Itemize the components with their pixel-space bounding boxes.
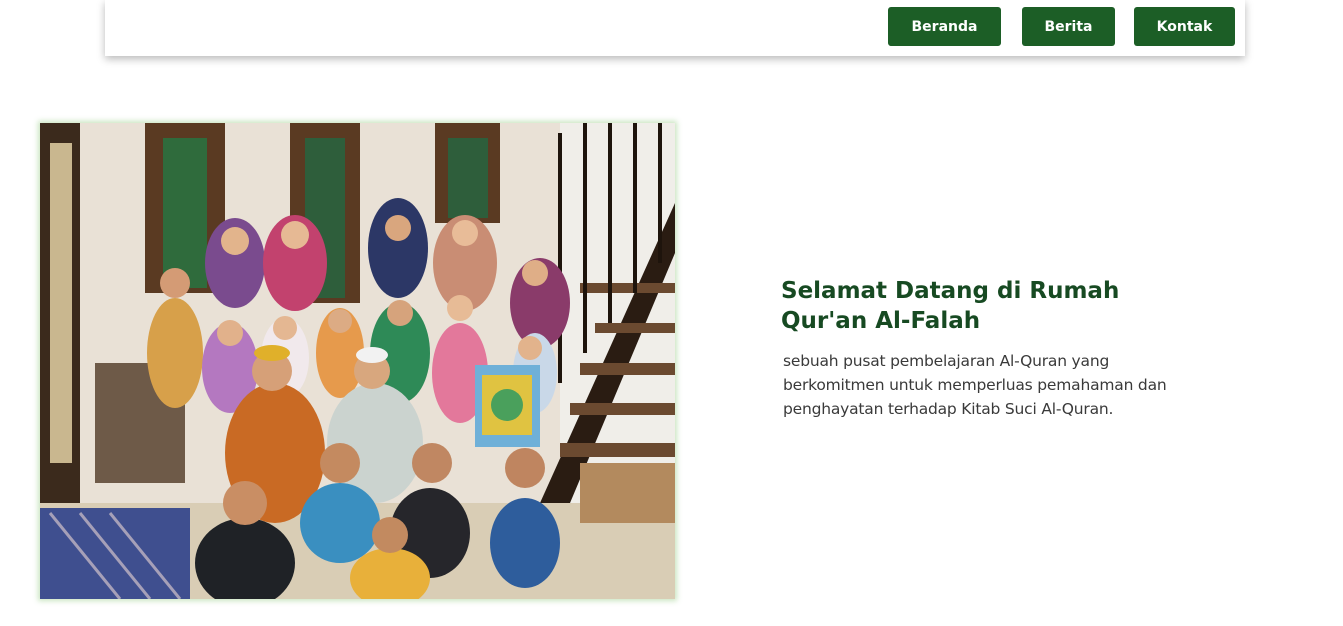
top-navbar: Beranda Berita Kontak [105, 0, 1245, 56]
welcome-title: Selamat Datang di Rumah Qur'an Al-Falah [781, 278, 1120, 334]
group-photo [40, 123, 675, 599]
nav-berita-button[interactable]: Berita [1022, 7, 1115, 46]
nav-beranda-button[interactable]: Beranda [888, 7, 1001, 46]
nav-kontak-button[interactable]: Kontak [1134, 7, 1235, 46]
welcome-description: sebuah pusat pembelajaran Al-Quran yang … [783, 352, 1167, 418]
